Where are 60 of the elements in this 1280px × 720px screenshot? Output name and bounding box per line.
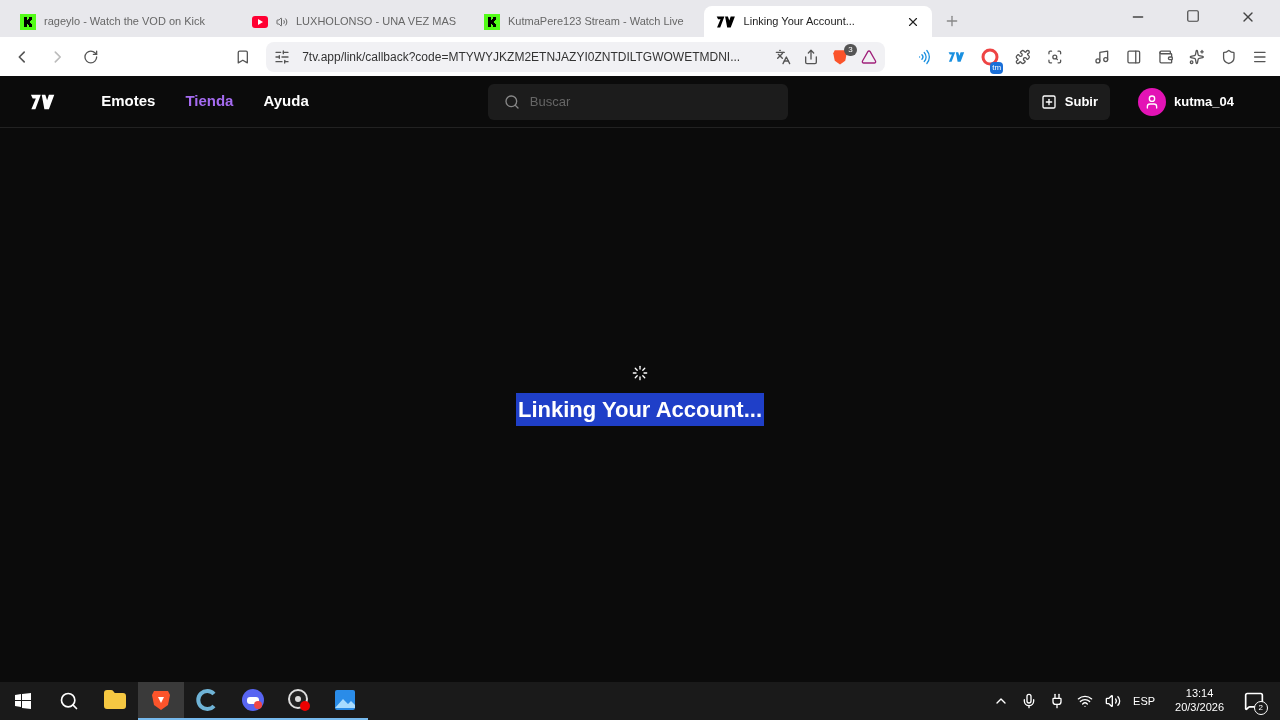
nav-link[interactable]: Tienda [185, 90, 234, 113]
notification-count: 2 [1253, 701, 1268, 715]
tab-title: LUXHOLONSO - UNA VEZ MAS [296, 14, 456, 30]
lion-shield-icon [149, 688, 173, 712]
sidebar-icon[interactable] [1125, 48, 1142, 65]
gamepad-circle-icon [241, 688, 265, 712]
count-badge: 3 [844, 43, 857, 56]
seven-logo-icon [30, 92, 56, 111]
clock[interactable]: 13:14 20/3/2026 [1167, 687, 1232, 715]
browser-tab[interactable]: Linking Your Account... [704, 6, 932, 37]
url-text: 7tv.app/link/callback?code=MTYWYJKZM2ETNJAZYI0ZNTDILTGWOWETMDNI... [302, 48, 742, 66]
share-icon[interactable] [802, 48, 819, 65]
language-indicator[interactable]: ESP [1133, 692, 1156, 710]
kick-logo-icon [484, 13, 500, 30]
record-circle-icon [287, 688, 311, 712]
shield-icon[interactable] [1220, 48, 1237, 65]
play-logo-icon [252, 15, 268, 28]
browser-tab[interactable]: KutmaPere123 Stream - Watch Live [472, 6, 700, 37]
sparkle-icon[interactable] [1189, 48, 1205, 65]
username[interactable]: kutma_04 [1174, 91, 1234, 112]
plus-square-icon [1040, 93, 1057, 110]
tab-title: KutmaPere123 Stream - Watch Live [508, 14, 685, 30]
music-icon[interactable] [1094, 48, 1110, 65]
translate-icon[interactable] [774, 48, 791, 65]
status-heading: Linking Your Account... [515, 392, 764, 426]
nav-link[interactable]: Ayuda [263, 90, 309, 113]
seven-logo-icon [716, 14, 736, 29]
landscape-icon [333, 688, 357, 712]
nav-link[interactable]: Emotes [101, 90, 156, 113]
speaker-icon[interactable] [276, 15, 288, 28]
browser-tab[interactable]: rageylo - Watch the VOD on Kick [8, 6, 236, 37]
waves-icon[interactable] [916, 48, 933, 65]
volume-icon[interactable] [1105, 693, 1122, 709]
notification-icon[interactable] [1244, 691, 1264, 711]
network-icon[interactable] [1077, 693, 1094, 709]
reload-icon[interactable] [83, 48, 99, 65]
lion-shield-icon[interactable] [830, 47, 849, 66]
site-settings-icon[interactable] [274, 48, 291, 65]
search-icon[interactable] [59, 691, 79, 711]
address-bar[interactable]: 7tv.app/link/callback?code=MTYWYJKZM2ETNJAZYI0ZNTDILTGWOWETMDNI... 3 [266, 41, 885, 72]
seven-logo-icon [948, 50, 966, 63]
search-icon [503, 93, 520, 110]
restore-icon[interactable] [1186, 9, 1200, 23]
tab-title: rageylo - Watch the VOD on Kick [44, 14, 206, 30]
clock-date: 20/3/2026 [1175, 701, 1224, 715]
tab-title: Linking Your Account... [743, 14, 856, 30]
search-field[interactable]: Buscar [487, 83, 788, 120]
wallet-icon[interactable] [1157, 48, 1174, 65]
windows-logo-icon[interactable] [15, 693, 31, 709]
folder-icon [103, 688, 127, 712]
clock-time: 13:14 [1185, 687, 1214, 701]
kick-logo-icon [20, 13, 36, 30]
extension-badge: tm [990, 61, 1004, 74]
avatar[interactable] [1138, 87, 1166, 116]
upload-button[interactable]: Subir [1028, 83, 1110, 120]
triangle-icon[interactable] [860, 48, 877, 65]
screen-search-icon[interactable] [1046, 48, 1063, 65]
puzzle-icon[interactable] [1015, 48, 1031, 65]
browser-tab[interactable]: LUXHOLONSO - UNA VEZ MAS [240, 6, 468, 37]
ring-icon[interactable] [981, 47, 1000, 66]
